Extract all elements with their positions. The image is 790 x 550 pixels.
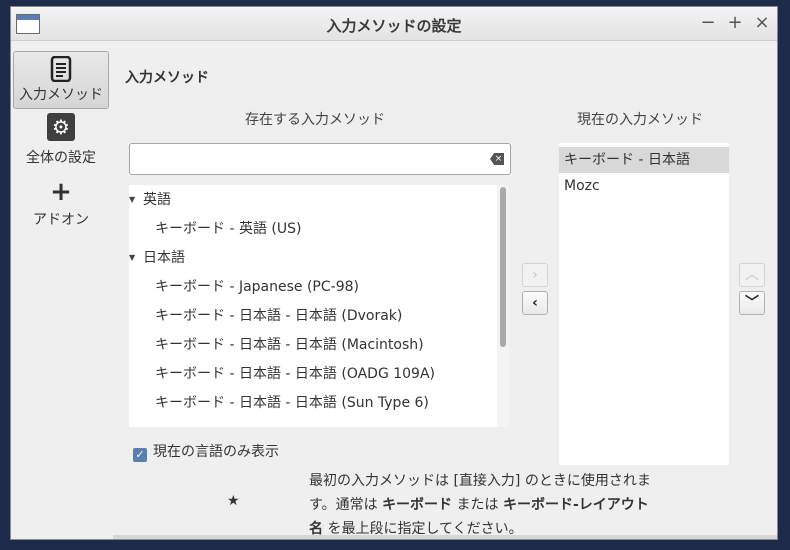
search-input[interactable] [134, 145, 478, 175]
move-up-button[interactable]: ︿ [739, 263, 765, 287]
plus-icon: + [50, 177, 72, 207]
list-item[interactable]: キーボード - Japanese (PC-98) [155, 274, 359, 300]
minimize-button[interactable]: − [697, 12, 719, 34]
sidebar-item-label: アドオン [33, 212, 89, 228]
clear-search-icon[interactable]: × [490, 153, 504, 165]
main-content: 入力メソッド 存在する入力メソッド 現在の入力メソッド × ▼ 英語 キーボード … [113, 41, 777, 539]
sidebar-item-input-method[interactable]: 入力メソッド [13, 51, 109, 109]
list-group-english[interactable]: ▼ 英語 [129, 187, 171, 213]
list-item[interactable]: キーボード - 英語 (US) [155, 216, 301, 242]
star-icon: ★ [227, 493, 240, 509]
bottom-divider [113, 535, 777, 539]
move-down-button[interactable]: ﹀ [739, 291, 765, 315]
list-item[interactable]: キーボード - 日本語 - 日本語 (Dvorak) [155, 303, 402, 329]
list-group-japanese[interactable]: ▼ 日本語 [129, 245, 185, 271]
section-title: 入力メソッド [125, 70, 209, 86]
help-note: 最初の入力メソッドは [直接入力] のときに使用されま す。通常は キーボード … [309, 473, 651, 537]
search-field[interactable]: × [129, 143, 511, 175]
available-header: 存在する入力メソッド [245, 112, 385, 128]
checkbox-checked[interactable]: ✓ [133, 448, 147, 462]
sidebar-item-label: 全体の設定 [26, 150, 96, 166]
sidebar: 入力メソッド ⚙ 全体の設定 + アドオン [11, 41, 111, 539]
current-item-selected[interactable]: キーボード - 日本語 [559, 147, 729, 173]
sidebar-item-global-settings[interactable]: ⚙ 全体の設定 [13, 113, 109, 169]
available-list[interactable]: ▼ 英語 キーボード - 英語 (US) ▼ 日本語 キーボード - Japanes… [129, 185, 509, 427]
close-button[interactable]: × [751, 12, 773, 34]
add-method-button[interactable]: › [522, 263, 548, 287]
current-header: 現在の入力メソッド [577, 112, 703, 128]
list-item[interactable]: キーボード - 日本語 - 日本語 (Sun Type 6) [155, 390, 429, 416]
expander-icon[interactable]: ▼ [129, 187, 137, 213]
window-title: 入力メソッドの設定 [326, 17, 462, 35]
gear-icon: ⚙ [47, 113, 75, 141]
maximize-button[interactable]: + [724, 12, 746, 34]
only-current-language-option[interactable]: ✓ 現在の言語のみ表示 [133, 441, 279, 462]
remove-method-button[interactable]: ‹ [522, 291, 548, 315]
checkbox-label: 現在の言語のみ表示 [153, 444, 279, 460]
list-item[interactable]: キーボード - 日本語 - 日本語 (OADG 109A) [155, 361, 435, 387]
scroll-thumb[interactable] [500, 187, 506, 347]
list-scrollbar[interactable] [497, 185, 509, 427]
sidebar-item-addons[interactable]: + アドオン [13, 179, 109, 235]
expander-icon[interactable]: ▼ [129, 245, 137, 271]
title-bar: 入力メソッドの設定 − + × [11, 7, 777, 41]
document-icon [50, 56, 72, 82]
settings-window: 入力メソッドの設定 − + × 入力メソッド ⚙ 全体の設定 + アドオン 入力… [10, 6, 778, 540]
list-item[interactable]: キーボード - 日本語 - 日本語 (Macintosh) [155, 332, 424, 358]
sidebar-item-label: 入力メソッド [19, 87, 103, 103]
current-item[interactable]: Mozc [559, 173, 729, 199]
current-list[interactable]: キーボード - 日本語 Mozc [559, 143, 729, 465]
